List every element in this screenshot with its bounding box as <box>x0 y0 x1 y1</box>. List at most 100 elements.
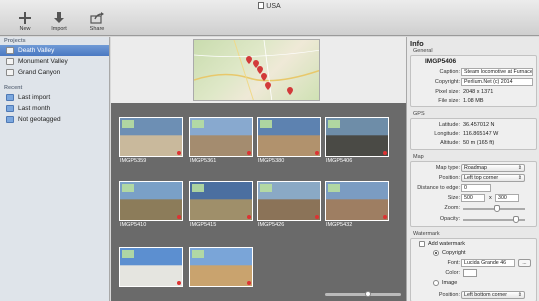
caption-label: Caption: <box>439 69 461 75</box>
photo-thumbnail[interactable]: IMGP5359 <box>119 117 183 165</box>
map-position-value: Left top corner <box>464 175 499 181</box>
file-size-row: File size: 1.08 MB <box>411 97 538 106</box>
popup-arrows-icon: ⇕ <box>517 175 522 181</box>
gps-badge-icon <box>177 281 181 285</box>
longitude-row: Longitude: 116.865147 W <box>411 130 538 139</box>
map-watermark-overlay <box>328 120 340 128</box>
map-position-popup[interactable]: Left top corner ⇕ <box>461 174 525 182</box>
import-button[interactable]: Import <box>44 11 74 32</box>
photo-thumbnail[interactable]: IMGP5406 <box>325 117 389 165</box>
map-width-field[interactable]: 500 <box>461 194 485 202</box>
map-position-label: Position: <box>438 175 460 181</box>
map-pin-icon <box>257 66 263 74</box>
photo-thumbnail[interactable]: IMGP5410 <box>119 181 183 229</box>
add-watermark-label: Add watermark <box>428 241 465 247</box>
watermark-position-value: Left bottom corner <box>464 292 507 298</box>
projects-header: Projects <box>4 38 26 44</box>
map-watermark-overlay <box>328 184 340 192</box>
color-label: Color: <box>445 270 460 276</box>
zoom-slider-knob[interactable] <box>493 205 500 212</box>
photo-caption: IMGP5432 <box>326 222 353 228</box>
gps-badge-icon <box>247 151 251 155</box>
map-watermark-overlay <box>260 184 272 192</box>
altitude-value: 50 m (165 ft) <box>463 140 495 146</box>
sidebar: Projects Death Valley Monument Valley Gr… <box>0 37 110 301</box>
map-type-popup[interactable]: Roadmap ⇕ <box>461 164 525 172</box>
sidebar-item-monument-valley[interactable]: Monument Valley <box>0 56 109 67</box>
choose-font-button[interactable]: ... <box>518 259 531 267</box>
map-roads <box>194 40 319 100</box>
sidebar-item-last-month[interactable]: Last month <box>0 103 109 114</box>
opacity-slider[interactable] <box>463 216 525 223</box>
color-well[interactable] <box>463 269 477 277</box>
sidebar-item-label: Last month <box>18 105 51 112</box>
photo-caption <box>119 287 183 295</box>
location-map[interactable] <box>193 39 320 101</box>
photo-thumbnail[interactable] <box>119 247 183 295</box>
sidebar-item-label: Monument Valley <box>18 58 68 65</box>
slider-knob[interactable] <box>365 291 371 297</box>
copyright-label: Copyright: <box>434 79 460 85</box>
photo-image <box>119 117 183 157</box>
watermark-position-popup[interactable]: Left bottom corner ⇕ <box>461 291 525 299</box>
zoom-row: Zoom: <box>411 204 538 213</box>
caption-field[interactable]: Steam locomotive at Furnace <box>461 68 533 76</box>
sidebar-item-not-geotagged[interactable]: Not geotagged <box>0 114 109 125</box>
photo-image <box>189 181 253 221</box>
photo-thumbnail[interactable]: IMGP5361 <box>189 117 253 165</box>
photo-caption: IMGP5415 <box>190 222 217 228</box>
photo-image <box>325 181 389 221</box>
gps-badge-icon <box>383 215 387 219</box>
sidebar-item-death-valley[interactable]: Death Valley <box>0 45 109 56</box>
gps-badge-icon <box>177 215 181 219</box>
photo-thumbnail[interactable]: IMGP5432 <box>325 181 389 229</box>
popup-arrows-icon: ⇕ <box>517 165 522 171</box>
distance-field[interactable]: 0 <box>461 184 491 192</box>
smart-folder-icon <box>6 105 14 112</box>
popup-arrows-icon: ⇕ <box>517 292 522 298</box>
sidebar-item-last-import[interactable]: Last import <box>0 92 109 103</box>
photo-thumbnail[interactable]: IMGP5415 <box>189 181 253 229</box>
photo-thumbnail[interactable]: IMGP5426 <box>257 181 321 229</box>
pixel-size-row: Pixel size: 2048 x 1371 <box>411 88 538 97</box>
photo-caption: IMGP5406 <box>326 158 353 164</box>
map-type-value: Roadmap <box>464 165 487 171</box>
watermark-position-row: Position: Left bottom corner ⇕ <box>411 291 538 300</box>
thumbnail-size-slider[interactable] <box>325 291 401 297</box>
image-radio[interactable] <box>433 280 439 286</box>
opacity-slider-knob[interactable] <box>513 216 520 223</box>
sidebar-item-grand-canyon[interactable]: Grand Canyon <box>0 67 109 78</box>
photo-thumbnail[interactable] <box>189 247 253 295</box>
map-position-row: Position: Left top corner ⇕ <box>411 174 538 183</box>
copyright-radio[interactable] <box>433 250 439 256</box>
altitude-row: Altitude: 50 m (165 ft) <box>411 139 538 148</box>
project-icon <box>6 47 14 54</box>
import-arrow-icon <box>44 11 74 25</box>
map-watermark-overlay <box>192 184 204 192</box>
copyright-radio-label: Copyright <box>442 250 466 256</box>
map-size-row: Size: 500 x 300 <box>411 194 538 203</box>
file-name: IMGP5406 <box>425 58 457 65</box>
zoom-label: Zoom: <box>444 205 460 211</box>
distance-row: Distance to edge: 0 <box>411 184 538 193</box>
document-icon <box>258 2 265 9</box>
new-button[interactable]: New <box>10 11 40 32</box>
opacity-row: Opacity: <box>411 215 538 224</box>
photo-caption: IMGP5410 <box>120 222 147 228</box>
smart-folder-icon <box>6 116 14 123</box>
map-watermark-overlay <box>122 250 134 258</box>
map-settings-group: Map type: Roadmap ⇕ Position: Left top co… <box>410 161 537 227</box>
photo-thumbnail[interactable]: IMGP5380 <box>257 117 321 165</box>
zoom-slider[interactable] <box>463 205 525 212</box>
share-button[interactable]: Share <box>82 11 112 32</box>
general-group: IMGP5406 Caption: Steam locomotive at Fu… <box>410 55 537 107</box>
font-field[interactable]: Lucida Grande 46 <box>461 259 515 267</box>
photo-image <box>257 181 321 221</box>
map-watermark-overlay <box>260 120 272 128</box>
add-watermark-checkbox[interactable] <box>419 241 425 247</box>
copyright-field[interactable]: Perlium.Net (c) 2014 <box>461 78 533 86</box>
distance-label: Distance to edge: <box>417 185 460 191</box>
window-title: USA <box>0 2 539 10</box>
map-height-field[interactable]: 300 <box>495 194 519 202</box>
map-panel <box>111 37 406 103</box>
